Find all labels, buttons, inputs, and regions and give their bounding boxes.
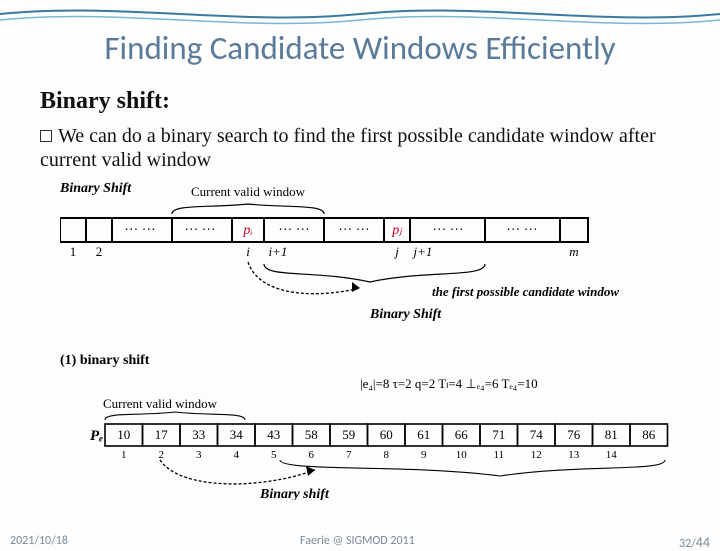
bullet-icon <box>40 130 52 142</box>
d2-value: 66 <box>455 427 469 442</box>
example-diagram: (1) binary shift |e₄|=8 τ=2 q=2 Tₗ=4 ⊥ₑ₄… <box>60 350 690 500</box>
d1-cvw: Current valid window <box>191 184 306 199</box>
footer-date: 2021/10/18 <box>10 534 68 548</box>
d2-bs: Binary shift <box>259 487 330 500</box>
svg-text:m: m <box>569 244 578 259</box>
d2-value: 74 <box>530 427 544 442</box>
d2-value: 33 <box>192 427 205 442</box>
d2-index: 8 <box>384 449 390 461</box>
d2-value: 76 <box>567 427 581 442</box>
d2-value: 86 <box>642 427 656 442</box>
section-heading: Binary shift: <box>40 88 170 115</box>
d2-index: 9 <box>421 449 427 461</box>
d2-value: 81 <box>605 427 618 442</box>
d2-value: 60 <box>380 427 393 442</box>
d2-index: 13 <box>568 449 580 461</box>
d2-index: 6 <box>309 449 315 461</box>
body-text: We can do a binary search to find the fi… <box>40 125 656 171</box>
svg-text:··· ···: ··· ··· <box>124 223 155 238</box>
svg-text:i+1: i+1 <box>269 244 288 259</box>
d2-metrics: |e₄|=8 τ=2 q=2 Tₗ=4 ⊥ₑ₄=6 Tₑ₄=10 <box>360 376 538 391</box>
d2-pe: Pₑ <box>90 428 103 444</box>
svg-text:··· ···: ··· ··· <box>432 223 463 238</box>
d2-index: 7 <box>346 449 352 461</box>
svg-text:··· ···: ··· ··· <box>184 223 215 238</box>
d2-cvw: Current valid window <box>103 396 218 411</box>
d2-value: 71 <box>492 427 505 442</box>
d2-index: 11 <box>493 449 504 461</box>
d2-value: 34 <box>230 427 244 442</box>
d2-index: 3 <box>196 449 202 461</box>
footer-page: 32/44 <box>679 534 710 551</box>
d2-index: 1 <box>121 449 127 461</box>
decorative-wave <box>0 0 720 30</box>
d2-value: 17 <box>155 427 169 442</box>
body-paragraph: We can do a binary search to find the fi… <box>40 124 680 172</box>
svg-text:··· ···: ··· ··· <box>338 223 369 238</box>
d2-section: (1) binary shift <box>60 353 150 368</box>
d1-pj: pⱼ <box>391 223 403 238</box>
d1-pi: pᵢ <box>242 223 252 238</box>
d2-value: 59 <box>342 427 355 442</box>
d2-index: 14 <box>606 449 618 461</box>
svg-text:i: i <box>246 244 250 259</box>
svg-text:1: 1 <box>70 244 77 259</box>
binary-shift-diagram: Binary Shift ··· ··· ··· ··· ··· ··· ···… <box>60 178 680 328</box>
svg-text:j: j <box>393 244 399 259</box>
svg-text:2: 2 <box>96 244 103 259</box>
footer-venue: Faerie @ SIGMOD 2011 <box>300 534 415 548</box>
d1-fpc: the first possible candidate window <box>432 284 619 299</box>
d2-index: 12 <box>531 449 542 461</box>
d2-value: 10 <box>117 427 130 442</box>
d2-value: 43 <box>267 427 280 442</box>
d2-index: 4 <box>234 449 240 461</box>
d2-index: 2 <box>159 449 165 461</box>
svg-text:j+1: j+1 <box>412 244 433 259</box>
slide-title: Finding Candidate Windows Efficiently <box>0 28 720 68</box>
d1-caption: Binary Shift <box>60 181 132 196</box>
svg-text:··· ···: ··· ··· <box>506 223 537 238</box>
d2-value: 61 <box>417 427 430 442</box>
d2-index: 5 <box>271 449 277 461</box>
d1-bs: Binary Shift <box>369 307 442 322</box>
svg-text:··· ···: ··· ··· <box>278 223 309 238</box>
d2-value: 58 <box>305 427 318 442</box>
d2-index: 10 <box>456 449 468 461</box>
